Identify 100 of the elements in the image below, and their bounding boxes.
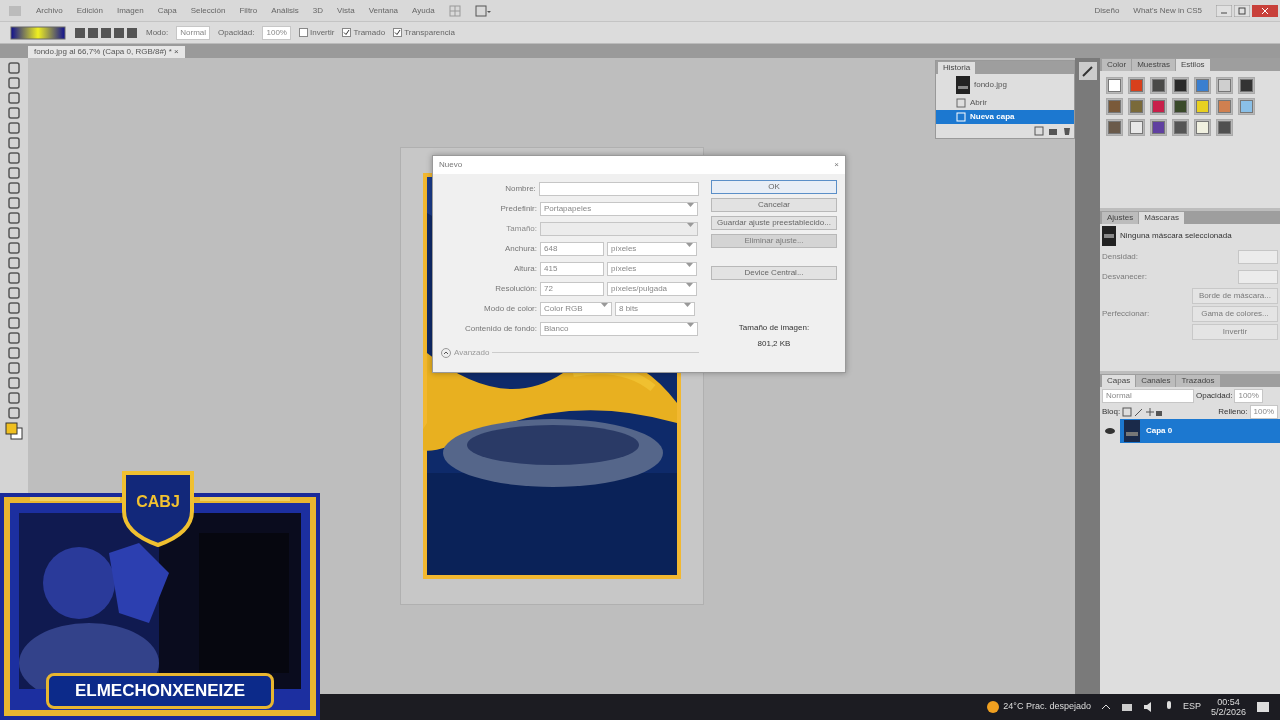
- mask-button[interactable]: Borde de máscara...: [1191, 288, 1278, 304]
- menu-item[interactable]: Capa: [157, 4, 177, 17]
- tool-icon[interactable]: [7, 257, 21, 269]
- dropdown-field[interactable]: Color RGB: [540, 301, 612, 316]
- unit-dropdown[interactable]: píxeles: [607, 261, 697, 276]
- tool-icon[interactable]: [7, 242, 21, 254]
- panel-tab[interactable]: Máscaras: [1139, 212, 1184, 224]
- panel-tab[interactable]: Historia: [938, 62, 976, 74]
- opacity-field[interactable]: 100%: [262, 25, 291, 40]
- tool-icon[interactable]: [7, 287, 21, 299]
- panel-tab[interactable]: Trazados: [1176, 375, 1220, 387]
- panel-tab[interactable]: Capas: [1102, 375, 1136, 387]
- lock-options-icon[interactable]: [1122, 407, 1163, 417]
- close-icon[interactable]: [1252, 4, 1278, 17]
- tool-icon[interactable]: [7, 137, 21, 149]
- tool-icon[interactable]: [7, 347, 21, 359]
- close-tab-button[interactable]: ×: [174, 47, 179, 56]
- dialog-button[interactable]: OK: [711, 180, 837, 194]
- mask-button[interactable]: Invertir: [1191, 324, 1278, 340]
- value-field[interactable]: [1238, 250, 1278, 264]
- dropdown-field[interactable]: Blanco: [540, 321, 698, 336]
- tool-icon[interactable]: [7, 107, 21, 119]
- color-swatches-icon[interactable]: [5, 422, 23, 440]
- menu-item[interactable]: 3D: [312, 4, 324, 17]
- visibility-eye-icon[interactable]: [1104, 427, 1116, 435]
- new-document-icon[interactable]: [1034, 126, 1044, 136]
- menu-item[interactable]: Vista: [337, 4, 355, 17]
- opacity-field[interactable]: 100%: [1234, 389, 1263, 403]
- tool-icon[interactable]: [7, 197, 21, 209]
- menu-item[interactable]: Selección: [190, 4, 226, 17]
- value-field[interactable]: 648: [540, 241, 604, 256]
- dialog-button[interactable]: Guardar ajuste preestablecido...: [711, 216, 837, 230]
- layer-row[interactable]: Capa 0: [1120, 419, 1280, 443]
- field-label: Tamaño:: [505, 222, 537, 235]
- fill-label: Relleno:: [1218, 406, 1248, 418]
- tool-icon[interactable]: [7, 392, 21, 404]
- tool-icon[interactable]: [7, 167, 21, 179]
- menu-item[interactable]: Imagen: [116, 4, 144, 17]
- whats-new-button[interactable]: What's New in CS5: [1133, 4, 1202, 17]
- chevron-up-icon[interactable]: [1100, 702, 1111, 712]
- unit-dropdown[interactable]: píxeles: [607, 241, 697, 256]
- dropdown-field[interactable]: Portapapeles: [540, 201, 698, 216]
- tool-icon[interactable]: [7, 302, 21, 314]
- checkbox[interactable]: [393, 28, 403, 37]
- language-indicator[interactable]: ESP: [1182, 700, 1201, 714]
- panel-tab[interactable]: Canales: [1136, 375, 1176, 387]
- menu-item[interactable]: Ventana: [368, 4, 399, 17]
- panel-tab[interactable]: Muestras: [1132, 59, 1176, 71]
- trash-icon[interactable]: [1062, 126, 1072, 136]
- dropdown-field[interactable]: 8 bits: [615, 301, 695, 316]
- history-item[interactable]: Nueva capa: [936, 110, 1074, 124]
- brush-preset-icon[interactable]: [1078, 62, 1097, 80]
- close-button[interactable]: ×: [834, 159, 839, 171]
- opacity-label: Opacidad:: [1196, 390, 1233, 402]
- menu-item[interactable]: Archivo: [36, 4, 63, 17]
- tool-icon[interactable]: [7, 317, 21, 329]
- blend-mode-select[interactable]: Normal: [1102, 389, 1194, 403]
- checkbox[interactable]: [298, 28, 308, 37]
- value-field[interactable]: 415: [540, 261, 604, 276]
- gradient-types-icon[interactable]: [74, 26, 138, 39]
- history-item[interactable]: fondo.jpg: [936, 74, 1074, 96]
- tool-icon[interactable]: [7, 62, 21, 74]
- panel-tab[interactable]: Estilos: [1176, 59, 1210, 71]
- expand-toggle-icon[interactable]: [441, 347, 451, 358]
- menu-item[interactable]: Filtro: [239, 4, 258, 17]
- tool-icon[interactable]: [7, 272, 21, 284]
- tool-icon[interactable]: [7, 92, 21, 104]
- tool-icon[interactable]: [7, 332, 21, 344]
- panel-tab[interactable]: Color: [1102, 59, 1132, 71]
- dialog-button[interactable]: Device Central...: [711, 266, 837, 280]
- menu-item[interactable]: Edición: [76, 4, 103, 17]
- tool-icon[interactable]: [7, 407, 21, 419]
- value-field[interactable]: [1238, 270, 1278, 284]
- clock-date[interactable]: 5/2/2026: [1210, 707, 1246, 717]
- tool-icon[interactable]: [7, 122, 21, 134]
- weather-text[interactable]: 24°C Prac. despejado: [1003, 700, 1091, 714]
- history-item[interactable]: Abrir: [936, 96, 1074, 110]
- tool-icon[interactable]: [7, 152, 21, 164]
- unit-dropdown[interactable]: píxeles/pulgada: [607, 281, 697, 296]
- tool-icon[interactable]: [7, 377, 21, 389]
- fill-field[interactable]: 100%: [1249, 405, 1278, 419]
- tool-icon[interactable]: [7, 362, 21, 374]
- tool-icon[interactable]: [7, 227, 21, 239]
- mode-select[interactable]: Normal: [176, 25, 210, 40]
- workspace-button[interactable]: Diseño: [1094, 4, 1120, 17]
- tool-icon[interactable]: [7, 212, 21, 224]
- checkbox[interactable]: [342, 28, 352, 37]
- clock-time[interactable]: 00:54: [1217, 697, 1240, 707]
- weather-icon[interactable]: [985, 699, 1002, 715]
- panel-tab[interactable]: Ajustes: [1102, 212, 1139, 224]
- menu-item[interactable]: Ayuda: [412, 4, 435, 17]
- name-field[interactable]: [538, 181, 699, 196]
- gradient-preview-icon[interactable]: [10, 25, 66, 40]
- mask-button[interactable]: Gama de colores...: [1191, 306, 1278, 322]
- layout-icon[interactable]: [474, 4, 491, 17]
- tool-icon[interactable]: [7, 77, 21, 89]
- value-field[interactable]: 72: [540, 281, 604, 296]
- menu-item[interactable]: Análisis: [271, 4, 299, 17]
- tool-icon[interactable]: [7, 182, 21, 194]
- dialog-button[interactable]: Cancelar: [711, 198, 837, 212]
